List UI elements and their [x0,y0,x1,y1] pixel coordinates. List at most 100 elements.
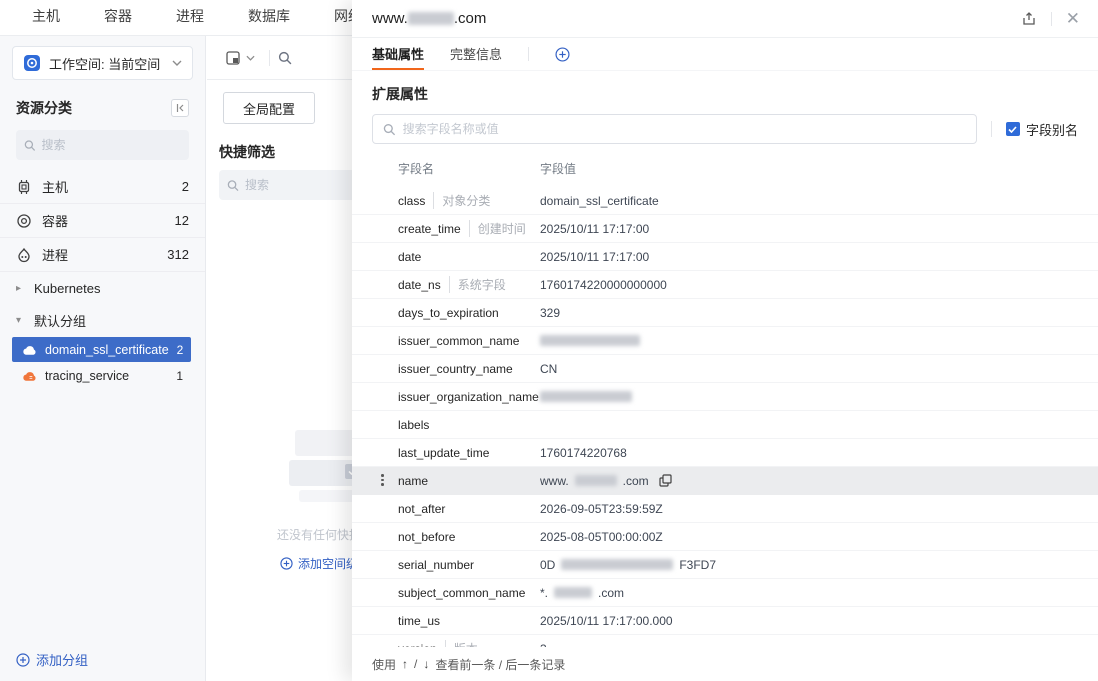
search-icon[interactable] [278,51,292,65]
field-name: issuer_country_name [398,362,540,376]
field-name-text: date [398,250,421,264]
value-text: 0D [540,558,555,572]
field-value: 0DF3FD7 [540,558,716,572]
field-name-text: serial_number [398,558,474,572]
group-label: 默认分组 [34,311,86,330]
field-value: 2025/10/11 17:17:00.000 [540,614,673,628]
saved-view-icon [225,50,241,66]
masked-value-segment [540,335,640,346]
value-text: 329 [540,306,560,320]
field-row-labels[interactable]: labels [352,411,1098,439]
sidebar-item-进程[interactable]: 进程312 [0,238,205,272]
field-row-last_update_time[interactable]: last_update_time 1760174220768 [352,439,1098,467]
value-text: .com [598,586,624,600]
field-row-serial_number[interactable]: serial_number 0DF3FD7 [352,551,1098,579]
sidebar: 工作空间: 当前空间 资源分类 主机2容器12进程312 ▸ Kubernete… [0,36,206,681]
title-suffix: .com [454,10,487,27]
close-icon[interactable]: ✕ [1066,10,1080,27]
workspace-selector[interactable]: 工作空间: 当前空间 [12,46,193,80]
sidebar-item-容器[interactable]: 容器12 [0,204,205,238]
field-name: serial_number [398,558,540,572]
field-row-not_before[interactable]: not_before2025-08-05T00:00:00Z [352,523,1098,551]
field-name-text: last_update_time [398,446,489,460]
nav-tab-2[interactable]: 容器 [102,0,134,35]
field-row-class[interactable]: class对象分类domain_ssl_certificate [352,187,1098,215]
value-text: 1760174220768 [540,446,627,460]
field-name: date [398,250,540,264]
category-label: 进程 [42,245,68,264]
drawer-tab-2[interactable]: 完整信息 [450,38,502,70]
cloud-icon [22,370,37,382]
field-row-create_time[interactable]: create_time创建时间2025/10/11 17:17:00 [352,215,1098,243]
field-row-issuer_organization_name[interactable]: issuer_organization_name [352,383,1098,411]
category-label: 容器 [42,211,68,230]
field-row-not_after[interactable]: not_after2026-09-05T23:59:59Z [352,495,1098,523]
field-name-text: not_after [398,502,445,516]
sidebar-group-kubernetes[interactable]: ▸ Kubernetes [0,272,205,304]
sidebar-item-主机[interactable]: 主机2 [0,170,205,204]
workspace-label: 工作空间: 当前空间 [49,54,164,73]
collapse-panel-icon[interactable] [171,99,189,117]
category-label: 主机 [42,177,68,196]
field-name: date_ns系统字段 [398,276,540,293]
global-config-button[interactable]: 全局配置 [223,92,315,124]
value-text: www. [540,474,569,488]
nav-tab-1[interactable]: 主机 [30,0,62,35]
field-row-days_to_expiration[interactable]: days_to_expiration 329 [352,299,1098,327]
add-group-button[interactable]: 添加分组 [16,650,88,669]
title-masked-segment [408,12,454,25]
field-row-time_us[interactable]: time_us2025/10/11 17:17:00.000 [352,607,1098,635]
extended-attributes-title: 扩展属性 [372,84,1078,104]
field-row-date[interactable]: date2025/10/11 17:17:00 [352,243,1098,271]
masked-value-segment [540,391,632,402]
field-value: 2025-08-05T00:00:00Z [540,530,663,544]
field-row-date_ns[interactable]: date_ns系统字段1760174220000000000 [352,271,1098,299]
field-row-name[interactable]: namewww..com [352,467,1098,495]
sidebar-category-list: 主机2容器12进程312 [0,170,205,272]
field-name-text: days_to_expiration [398,306,499,320]
checkbox-checked-icon[interactable] [1006,122,1020,136]
sidebar-search-input[interactable] [42,138,181,152]
field-name-text: name [398,474,428,488]
sidebar-group-default[interactable]: ▾ 默认分组 [0,304,205,336]
arrow-up-key: ↑ [402,657,408,671]
row-menu-icon[interactable] [381,474,384,486]
masked-value-segment [554,587,592,598]
field-alias-tag: 创建时间 [469,220,526,237]
value-text: *. [540,586,548,600]
field-alias-toggle[interactable]: 字段别名 [1006,120,1078,139]
detail-drawer: www. .com ✕ 基础属性完整信息 扩展属性 [352,0,1098,681]
nav-tab-4[interactable]: 数据库 [246,0,292,35]
field-name: not_after [398,502,540,516]
field-name: not_before [398,530,540,544]
field-name-text: class [398,194,425,208]
field-name: labels [398,418,540,432]
copy-icon[interactable] [659,474,672,487]
field-row-issuer_common_name[interactable]: issuer_common_name [352,327,1098,355]
nav-tab-3[interactable]: 进程 [174,0,206,35]
field-name: issuer_common_name [398,334,540,348]
search-divider [991,121,992,137]
field-name: days_to_expiration [398,306,540,320]
drawer-tab-1[interactable]: 基础属性 [372,38,424,70]
add-tab-icon[interactable] [555,47,570,62]
value-text: 1760174220000000000 [540,278,667,292]
sidebar-item-domain_ssl_certificate[interactable]: domain_ssl_certificate2 [12,337,191,362]
field-search[interactable] [372,114,977,144]
footer-text: / [414,657,417,671]
masked-value-segment [561,559,673,570]
chevron-down-icon [172,60,182,66]
sidebar-search[interactable] [16,130,189,160]
chevron-right-icon: ▸ [16,283,26,294]
view-selector[interactable] [219,46,261,70]
value-text: domain_ssl_certificate [540,194,659,208]
field-row-subject_common_name[interactable]: subject_common_name*..com [352,579,1098,607]
search-icon [227,179,239,192]
field-alias-label: 字段别名 [1026,120,1078,139]
sidebar-item-tracing_service[interactable]: tracing_service1 [12,363,191,388]
group-label: Kubernetes [34,281,101,296]
export-icon[interactable] [1021,11,1037,27]
field-search-input[interactable] [403,122,966,136]
field-row-issuer_country_name[interactable]: issuer_country_nameCN [352,355,1098,383]
circle-plus-icon [16,653,30,667]
